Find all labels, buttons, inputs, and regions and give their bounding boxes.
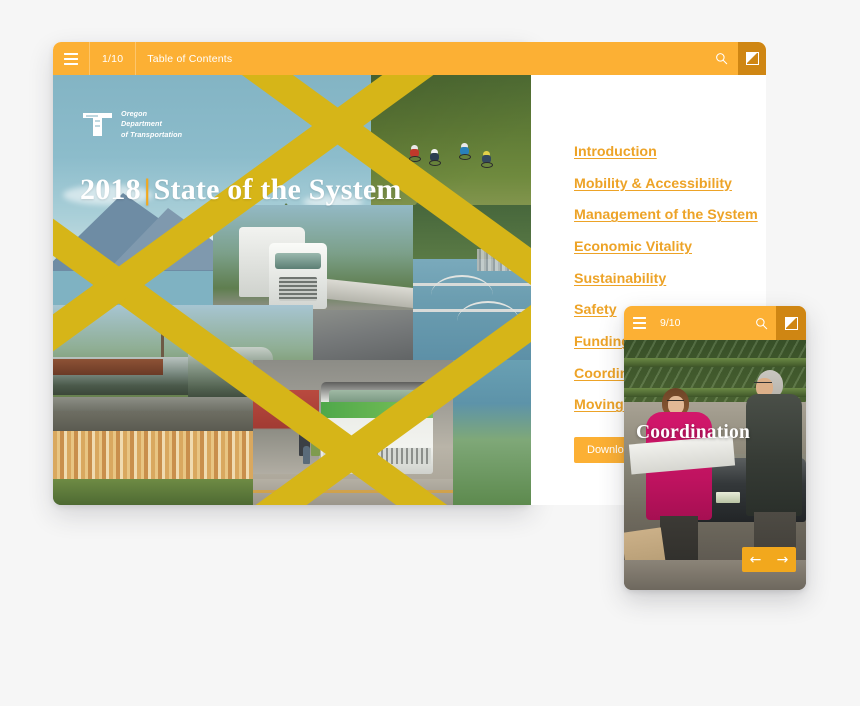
bridge-beam xyxy=(624,358,806,367)
toc-link-sustainability[interactable]: Sustainability xyxy=(574,270,766,288)
bridge-arch-2 xyxy=(457,301,519,321)
mobile-slide-nav: ← → xyxy=(742,547,796,572)
toc-link-economic-vitality[interactable]: Economic Vitality xyxy=(574,238,766,256)
cyclist xyxy=(459,143,472,160)
transit-bus-photo xyxy=(253,360,453,505)
flip-square-glyph xyxy=(745,52,759,65)
man-glasses xyxy=(754,382,772,386)
cover-title-year: 2018 xyxy=(80,173,141,206)
search-icon[interactable] xyxy=(746,306,776,340)
river-bridges-photo xyxy=(413,205,531,365)
license-plate xyxy=(716,492,740,503)
flip-page-icon[interactable] xyxy=(776,306,806,340)
city-skyline xyxy=(477,249,531,271)
toc-link-management-of-the-system[interactable]: Management of the System xyxy=(574,206,766,224)
bridge-arch xyxy=(431,275,493,295)
odot-logo-mark xyxy=(81,111,114,138)
curb-paint-line xyxy=(253,490,453,493)
highway-barrier xyxy=(313,277,418,309)
cyclist xyxy=(429,149,442,166)
pedestrian-child xyxy=(303,446,310,464)
next-slide-button[interactable]: → xyxy=(769,547,796,572)
woman-glasses xyxy=(667,400,684,404)
flip-page-icon[interactable] xyxy=(738,42,766,75)
mobile-toolbar: 9/10 xyxy=(624,306,806,340)
mobile-slide-title: Coordination xyxy=(636,422,751,443)
cyclist xyxy=(481,151,494,168)
hamburger-menu-icon[interactable] xyxy=(53,42,89,75)
truck-windshield xyxy=(275,253,321,269)
pedestrian xyxy=(311,426,320,456)
screenshot-stage: 1/10 Table of Contents Oregon Department… xyxy=(0,0,860,706)
bus-bike-rack xyxy=(323,448,431,464)
desktop-viewer-window: 1/10 Table of Contents Oregon Department… xyxy=(53,42,766,505)
bus-green-stripe xyxy=(321,402,433,418)
cover-title: 2018 | State of the System xyxy=(80,173,402,207)
search-icon[interactable] xyxy=(704,42,738,75)
waterfront-path-photo xyxy=(453,360,531,505)
toc-link-mobility-accessibility[interactable]: Mobility & Accessibility xyxy=(574,175,766,193)
mobile-slide-photo: Coordination ← → xyxy=(624,340,806,590)
hamburger-menu-icon[interactable] xyxy=(624,306,654,340)
flip-square-glyph xyxy=(784,316,798,330)
cover-image-collage: Oregon Department of Transportation 2018… xyxy=(53,75,531,505)
cover-title-separator: | xyxy=(143,173,151,206)
toc-link-introduction[interactable]: Introduction xyxy=(574,143,766,161)
truck-grille xyxy=(279,277,317,301)
prev-slide-button[interactable]: ← xyxy=(742,547,769,572)
train-stripe xyxy=(53,359,163,375)
cyclist xyxy=(409,145,422,162)
mobile-viewer-window: 9/10 Coordination ← → xyxy=(624,306,806,590)
document-title: Table of Contents xyxy=(147,52,233,65)
page-indicator: 9/10 xyxy=(660,317,681,329)
man-jacket xyxy=(746,394,802,516)
odot-logo-text: Oregon Department of Transportation xyxy=(121,109,183,139)
desktop-toolbar: 1/10 Table of Contents xyxy=(53,42,766,75)
odot-logo: Oregon Department of Transportation xyxy=(81,109,182,140)
page-indicator: 1/10 xyxy=(102,52,124,65)
cover-title-main: State of the System xyxy=(153,173,402,206)
